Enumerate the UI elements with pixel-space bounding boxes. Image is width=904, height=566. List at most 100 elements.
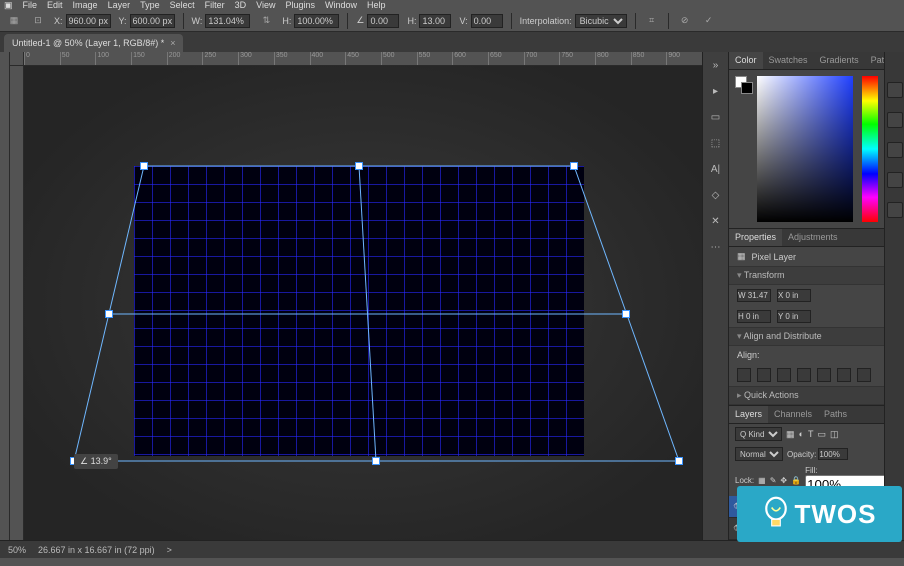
opacity-input[interactable] xyxy=(818,448,848,460)
skew-v-input[interactable] xyxy=(471,14,503,28)
lock-transparency-icon[interactable]: ▦ xyxy=(758,476,766,485)
prop-w-input[interactable] xyxy=(737,289,771,302)
w-input[interactable] xyxy=(205,14,250,28)
ruler-vertical[interactable] xyxy=(10,66,24,540)
filter-shape-icon[interactable]: ▭ xyxy=(817,429,826,440)
hue-slider[interactable] xyxy=(862,76,878,222)
frame-tool-icon[interactable]: ⬚ xyxy=(707,134,725,152)
menu-type[interactable]: Type xyxy=(140,0,160,10)
transform-handle-tr[interactable] xyxy=(570,162,578,170)
align-top-icon[interactable] xyxy=(797,368,811,382)
skew-h-input[interactable] xyxy=(419,14,451,28)
prop-x-input[interactable] xyxy=(777,289,811,302)
status-arrow-icon[interactable]: > xyxy=(167,545,172,555)
edit-toolbar-icon[interactable]: ⋯ xyxy=(707,238,725,256)
tab-adjustments[interactable]: Adjustments xyxy=(782,229,844,246)
fg-bg-swatch[interactable] xyxy=(735,76,753,94)
right-tool-strip: » ▸ ▭ ⬚ A| ◇ ✕ ⋯ xyxy=(702,52,728,540)
collapsed-learn-icon[interactable] xyxy=(887,82,903,98)
tab-layers[interactable]: Layers xyxy=(729,406,768,423)
menu-view[interactable]: View xyxy=(256,0,275,10)
move-tool-icon[interactable]: ▸ xyxy=(707,82,725,100)
lock-position-icon[interactable]: ✥ xyxy=(780,476,787,485)
transform-handle-bm[interactable] xyxy=(372,457,380,465)
angle-input[interactable] xyxy=(367,14,399,28)
menu-image[interactable]: Image xyxy=(73,0,98,10)
cancel-transform-icon[interactable]: ⊘ xyxy=(677,13,693,29)
tab-properties[interactable]: Properties xyxy=(729,229,782,246)
section-quick-actions[interactable]: ▸ Quick Actions xyxy=(729,386,884,405)
shape-tool-icon[interactable]: ◇ xyxy=(707,186,725,204)
tab-channels[interactable]: Channels xyxy=(768,406,818,423)
left-toolbar[interactable] xyxy=(0,52,10,540)
text-tool-icon[interactable]: A| xyxy=(707,160,725,178)
transform-handle-br[interactable] xyxy=(675,457,683,465)
align-right-icon[interactable] xyxy=(777,368,791,382)
more-tools-icon[interactable]: ✕ xyxy=(707,212,725,230)
collapsed-photo-icon[interactable] xyxy=(887,142,903,158)
transform-handle-ml[interactable] xyxy=(105,310,113,318)
prop-y-input[interactable] xyxy=(777,310,811,323)
tab-color[interactable]: Color xyxy=(729,52,763,69)
commit-transform-icon[interactable]: ✓ xyxy=(701,13,717,29)
ruler-horizontal[interactable]: 0501001502002503003504004505005506006507… xyxy=(24,52,702,66)
expand-panels-icon[interactable]: » xyxy=(707,56,725,74)
collapsed-image-icon[interactable] xyxy=(887,172,903,188)
reference-point-icon[interactable]: ⊡ xyxy=(30,13,46,29)
transform-tool-icon[interactable]: ▦ xyxy=(6,13,22,29)
filter-smart-icon[interactable]: ◫ xyxy=(830,429,839,440)
transform-handle-tl[interactable] xyxy=(140,162,148,170)
filter-pixel-icon[interactable]: ▦ xyxy=(786,429,795,440)
filter-type-icon[interactable]: T xyxy=(808,429,814,439)
lock-all-icon[interactable]: 🔒 xyxy=(791,476,801,485)
tab-swatches[interactable]: Swatches xyxy=(763,52,814,69)
artboard-tool-icon[interactable]: ▭ xyxy=(707,108,725,126)
ruler-tick: 700 xyxy=(524,52,560,65)
menu-edit[interactable]: Edit xyxy=(47,0,63,10)
link-wh-icon[interactable]: ⇅ xyxy=(258,13,274,29)
tab-gradients[interactable]: Gradients xyxy=(814,52,865,69)
x-input[interactable] xyxy=(66,14,111,28)
document-tab[interactable]: Untitled-1 @ 50% (Layer 1, RGB/8#) * × xyxy=(4,34,183,52)
menu-3d[interactable]: 3D xyxy=(235,0,247,10)
menu-filter[interactable]: Filter xyxy=(205,0,225,10)
layer-content-grid[interactable] xyxy=(134,166,584,456)
menu-select[interactable]: Select xyxy=(170,0,195,10)
canvas-area: 0501001502002503003504004505005506006507… xyxy=(10,52,702,540)
prop-h-input[interactable] xyxy=(737,310,771,323)
section-align[interactable]: ▾ Align and Distribute xyxy=(729,327,884,346)
align-more-icon[interactable] xyxy=(857,368,871,382)
color-field[interactable] xyxy=(757,76,853,222)
warp-mode-icon[interactable]: ⌗ xyxy=(644,13,660,29)
close-tab-icon[interactable]: × xyxy=(170,38,175,48)
interpolation-select[interactable]: Bicubic xyxy=(575,14,627,28)
collapsed-libraries-icon[interactable] xyxy=(887,112,903,128)
align-center-h-icon[interactable] xyxy=(757,368,771,382)
blend-mode-select[interactable]: Normal xyxy=(735,447,783,461)
ruler-tick: 300 xyxy=(238,52,274,65)
transform-handle-tm[interactable] xyxy=(355,162,363,170)
canvas-stage[interactable]: ∠ 13.9° xyxy=(24,66,702,540)
menu-file[interactable]: File xyxy=(23,0,38,10)
y-input[interactable] xyxy=(130,14,175,28)
section-transform[interactable]: ▾ Transform xyxy=(729,266,884,285)
menu-layer[interactable]: Layer xyxy=(108,0,131,10)
ruler-tick: 750 xyxy=(559,52,595,65)
transform-handle-mr[interactable] xyxy=(622,310,630,318)
zoom-level[interactable]: 50% xyxy=(8,545,26,555)
ruler-tick: 550 xyxy=(417,52,453,65)
filter-adjust-icon[interactable]: ◐ xyxy=(799,429,804,439)
menu-window[interactable]: Window xyxy=(325,0,357,10)
align-bottom-icon[interactable] xyxy=(837,368,851,382)
align-left-icon[interactable] xyxy=(737,368,751,382)
color-panel xyxy=(729,70,884,228)
collapsed-smart-icon[interactable] xyxy=(887,202,903,218)
align-center-v-icon[interactable] xyxy=(817,368,831,382)
layer-filter-select[interactable]: Q Kind xyxy=(735,427,782,441)
tab-paths[interactable]: Paths xyxy=(818,406,853,423)
menu-plugins[interactable]: Plugins xyxy=(285,0,315,10)
menu-help[interactable]: Help xyxy=(367,0,386,10)
lock-paint-icon[interactable]: ✎ xyxy=(770,476,777,485)
h-input[interactable] xyxy=(294,14,339,28)
ruler-tick: 400 xyxy=(310,52,346,65)
